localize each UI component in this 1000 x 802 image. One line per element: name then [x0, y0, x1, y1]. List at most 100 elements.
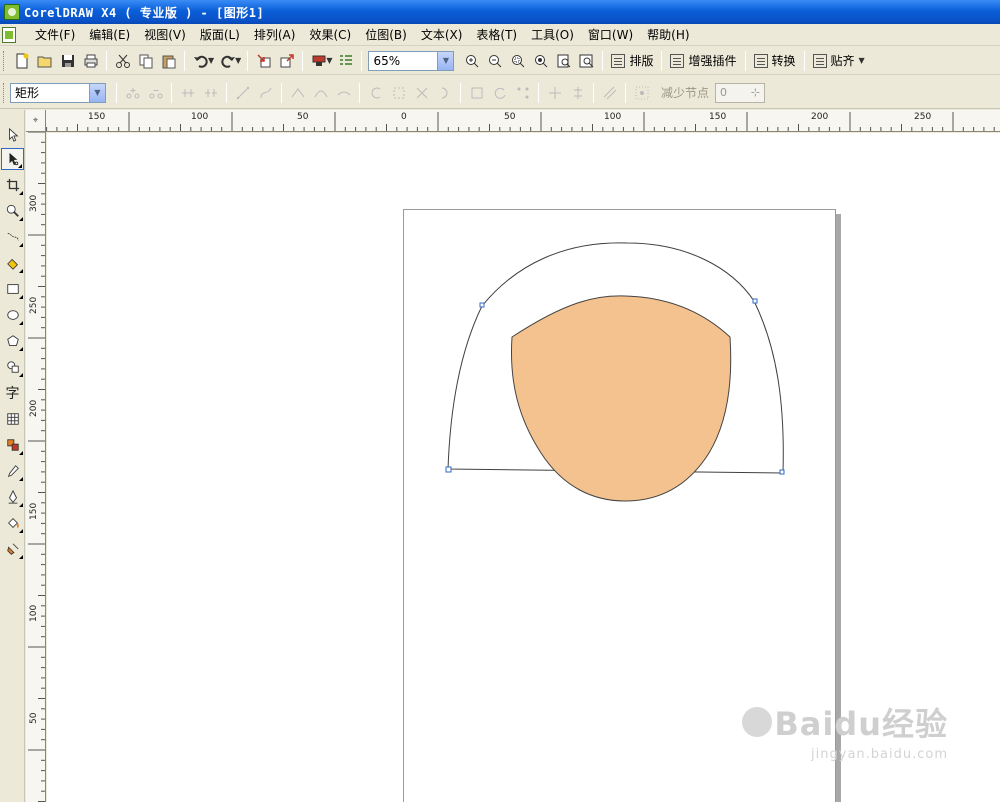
mirror-horizontal-button[interactable]: [543, 82, 566, 104]
crop-tool[interactable]: [1, 174, 24, 196]
launcher-dropdown-arrow[interactable]: ▼: [326, 56, 332, 65]
symmetrical-node-icon: [337, 91, 350, 95]
snap-to-button[interactable]: 贴齐 ▼: [809, 52, 871, 69]
enhance-plugin-button[interactable]: 增强插件: [666, 52, 740, 69]
zoom-to-selected-button[interactable]: [506, 50, 529, 72]
fill-tool[interactable]: [1, 512, 24, 534]
auto-close-curve-button[interactable]: [433, 82, 456, 104]
select-all-nodes-button[interactable]: [630, 82, 653, 104]
menu-view[interactable]: 视图(V): [137, 26, 193, 43]
menu-effects[interactable]: 效果(C): [302, 26, 358, 43]
elastic-icon: [603, 86, 616, 99]
cusp-node-button[interactable]: [286, 82, 309, 104]
redo-dropdown-arrow[interactable]: ▼: [235, 56, 241, 65]
horizontal-ruler[interactable]: 150 100 50 0 50 100 150 200 250: [26, 110, 1000, 132]
node-handle[interactable]: [445, 466, 452, 473]
ruler-origin-corner[interactable]: ⌖: [26, 110, 46, 132]
stretch-nodes-button[interactable]: [465, 82, 488, 104]
ruler-label: 150: [29, 502, 39, 520]
ruler-label: 100: [29, 604, 39, 622]
title-bar: CorelDRAW X4 ( 专业版 ) - [图形1]: [0, 0, 1000, 24]
zoom-to-page-button[interactable]: [552, 50, 575, 72]
zoom-level-select[interactable]: 65% ▼: [368, 50, 455, 71]
outline-tool[interactable]: [1, 486, 24, 508]
paste-button[interactable]: [157, 50, 180, 72]
extend-curve-button[interactable]: [387, 82, 410, 104]
rectangle-tool[interactable]: [1, 278, 24, 300]
menu-window[interactable]: 窗口(W): [581, 26, 640, 43]
text-tool[interactable]: 字: [1, 382, 24, 404]
rotate-nodes-button[interactable]: [488, 82, 511, 104]
convert-button[interactable]: 转换: [750, 52, 800, 69]
object-type-select[interactable]: 矩形 ▼: [10, 82, 106, 103]
menu-layout[interactable]: 版面(L): [193, 26, 247, 43]
ellipse-tool[interactable]: [1, 304, 24, 326]
node-handle[interactable]: [479, 302, 485, 308]
chevron-down-icon[interactable]: ▼: [89, 83, 105, 102]
reverse-direction-button[interactable]: [364, 82, 387, 104]
print-button[interactable]: [79, 50, 102, 72]
convert-to-curve-button[interactable]: [254, 82, 277, 104]
smart-fill-tool[interactable]: [1, 252, 24, 274]
snap-to-label: 贴齐: [830, 54, 855, 68]
interactive-fill-tool[interactable]: [1, 538, 24, 560]
extract-subpath-button[interactable]: [410, 82, 433, 104]
toolbar-grip[interactable]: [3, 50, 6, 71]
shape-tool[interactable]: [1, 148, 24, 170]
save-button[interactable]: [56, 50, 79, 72]
import-button[interactable]: [252, 50, 275, 72]
align-nodes-button[interactable]: [511, 82, 534, 104]
cut-button[interactable]: [111, 50, 134, 72]
zoom-to-all-objects-button[interactable]: [529, 50, 552, 72]
menu-edit[interactable]: 编辑(E): [82, 26, 137, 43]
basic-shapes-tool[interactable]: [1, 356, 24, 378]
convert-to-line-button[interactable]: [231, 82, 254, 104]
vertical-ruler[interactable]: 300 250 200 150 100 50: [26, 132, 46, 802]
export-button[interactable]: [275, 50, 298, 72]
table-tool[interactable]: [1, 408, 24, 430]
zoom-to-page-width-button[interactable]: [575, 50, 598, 72]
node-handle[interactable]: [779, 469, 785, 475]
copy-button[interactable]: [134, 50, 157, 72]
break-curve-button[interactable]: [199, 82, 222, 104]
open-button[interactable]: [33, 50, 56, 72]
stretch-icon: [471, 87, 482, 98]
pick-tool[interactable]: [1, 124, 24, 146]
zoom-tool[interactable]: [1, 200, 24, 222]
menu-tools[interactable]: 工具(O): [524, 26, 581, 43]
new-document-button[interactable]: [10, 50, 33, 72]
smooth-node-button[interactable]: [309, 82, 332, 104]
elastic-mode-button[interactable]: [598, 82, 621, 104]
toolbar-grip[interactable]: [3, 82, 6, 103]
zoom-out-button[interactable]: [483, 50, 506, 72]
curve-smoothness-input[interactable]: 0 ⊹: [715, 82, 766, 103]
symmetrical-node-button[interactable]: [332, 82, 355, 104]
paste-icon: [162, 55, 175, 68]
join-nodes-button[interactable]: [176, 82, 199, 104]
baidu-watermark: Baidu经验 jingyan.baidu.com: [740, 699, 948, 762]
interactive-blend-tool[interactable]: [1, 434, 24, 456]
undo-dropdown-arrow[interactable]: ▼: [208, 56, 214, 65]
drawing-canvas[interactable]: Baidu经验 jingyan.baidu.com: [47, 133, 1000, 802]
menu-text[interactable]: 文本(X): [414, 26, 470, 43]
delete-node-button[interactable]: [144, 82, 167, 104]
menu-file[interactable]: 文件(F): [28, 26, 82, 43]
menu-table[interactable]: 表格(T): [469, 26, 524, 43]
mirror-vertical-button[interactable]: [566, 82, 589, 104]
node-handle[interactable]: [752, 298, 758, 304]
polygon-tool[interactable]: [1, 330, 24, 352]
freehand-tool[interactable]: [1, 226, 24, 248]
menu-help[interactable]: 帮助(H): [640, 26, 696, 43]
slider-icon[interactable]: ⊹: [751, 86, 760, 99]
polygon-icon: [6, 335, 19, 346]
chevron-down-icon[interactable]: ▼: [859, 56, 865, 65]
layout-plugin-button[interactable]: 排版: [607, 52, 657, 69]
add-node-button[interactable]: [121, 82, 144, 104]
zoom-in-button[interactable]: [460, 50, 483, 72]
eyedropper-tool[interactable]: [1, 460, 24, 482]
chevron-down-icon[interactable]: ▼: [437, 51, 454, 70]
menu-bitmaps[interactable]: 位图(B): [358, 26, 414, 43]
document-icon[interactable]: [2, 26, 16, 43]
menu-arrange[interactable]: 排列(A): [247, 26, 303, 43]
welcome-screen-button[interactable]: [334, 50, 357, 72]
